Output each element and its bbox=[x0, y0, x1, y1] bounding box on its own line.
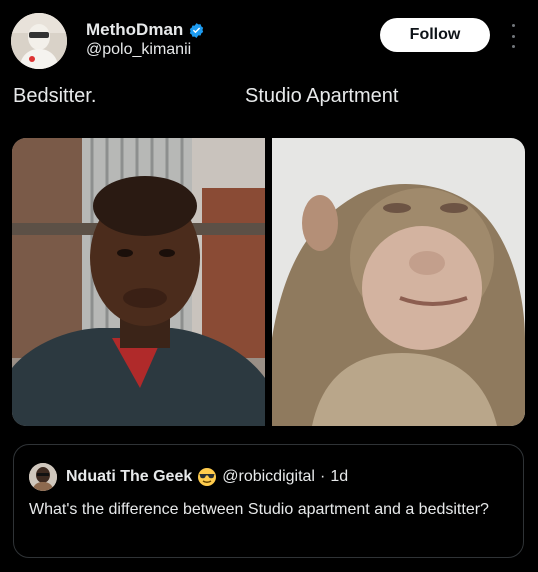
quote-separator: · bbox=[319, 468, 326, 485]
verified-badge-icon bbox=[190, 22, 204, 38]
avatar-image bbox=[11, 13, 67, 69]
quote-text: What's the difference between Studio apa… bbox=[29, 501, 489, 518]
more-options-icon[interactable] bbox=[508, 24, 518, 48]
photo-man-selfie[interactable] bbox=[12, 138, 265, 426]
sunglasses-emoji-icon bbox=[198, 468, 217, 486]
author-avatar[interactable] bbox=[11, 13, 67, 69]
more-dot bbox=[511, 24, 515, 27]
quote-timestamp[interactable]: 1d bbox=[330, 468, 348, 486]
quote-handle[interactable]: @robicdigital bbox=[222, 468, 315, 486]
quote-author-avatar[interactable] bbox=[29, 463, 57, 491]
more-dot bbox=[511, 45, 515, 48]
follow-button[interactable]: Follow bbox=[380, 18, 490, 52]
quoted-post-card[interactable]: Nduati The Geek @robicdigital · 1d What'… bbox=[13, 444, 524, 558]
author-name-row: MethoDman bbox=[86, 20, 205, 40]
photo-man-image bbox=[12, 138, 265, 426]
post-text-right: Studio Apartment bbox=[245, 85, 399, 107]
post-text-left: Bedsitter. bbox=[13, 85, 97, 107]
quote-avatar-image bbox=[29, 463, 57, 491]
photo-monkey-image bbox=[272, 138, 525, 426]
more-dot bbox=[511, 34, 515, 38]
quote-header-row: Nduati The Geek @robicdigital · 1d bbox=[66, 467, 348, 487]
quote-display-name[interactable]: Nduati The Geek bbox=[66, 468, 192, 486]
author-display-name[interactable]: MethoDman bbox=[86, 20, 183, 40]
photo-monkey[interactable] bbox=[272, 138, 525, 426]
author-handle[interactable]: @polo_kimanii bbox=[86, 41, 191, 59]
